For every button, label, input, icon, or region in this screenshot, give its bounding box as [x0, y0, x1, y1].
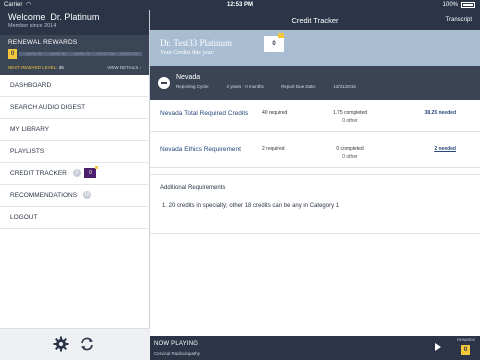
level-tick: LEVEL 125: [120, 52, 138, 56]
state-header[interactable]: Nevada Reporting Cycle: 2 years · 0 mont…: [150, 66, 480, 100]
sidebar-item-label: SEARCH AUDIO DIGEST: [10, 104, 86, 111]
state-name: Nevada: [176, 74, 201, 81]
current-level-box: 0: [8, 49, 17, 59]
rewards-title: RENEWAL REWARDS: [8, 39, 78, 46]
now-playing-bar[interactable]: NOW PLAYING Cervical Radiculopathy REWAR…: [150, 336, 480, 360]
page-title: Credit Tracker: [291, 16, 339, 25]
count-badge: 10: [82, 191, 91, 200]
top-bar: Credit Tracker Transcript: [150, 10, 480, 30]
now-playing-track: Cervical Radiculopathy: [154, 351, 201, 356]
credit-flag-badge: 0: [84, 166, 99, 179]
reporting-cycle-label: Reporting Cycle:: [176, 84, 210, 89]
user-name: Dr. Platinum: [50, 12, 100, 22]
now-playing-label: NOW PLAYING: [154, 341, 199, 347]
welcome-header: Welcome Dr. Platinum Member since 2014: [0, 10, 149, 35]
requirement-other: 0 other: [342, 118, 358, 124]
sidebar-item-label: DASHBOARD: [10, 82, 52, 89]
status-bar: Carrier ◠ 12:53 PM 100%: [0, 0, 480, 10]
additional-requirement-item: 1. 20 credits in specialty; other 18 cre…: [162, 203, 340, 209]
sidebar-item-label: MY LIBRARY: [10, 126, 50, 133]
sidebar-item-label: PLAYLISTS: [10, 148, 45, 155]
requirement-name: Nevada Total Required Credits: [160, 110, 249, 117]
transcript-button[interactable]: Transcript: [446, 17, 472, 23]
sidebar-item-label: CREDIT TRACKER: [10, 170, 67, 177]
view-details-link[interactable]: VIEW DETAILS ›: [107, 65, 141, 70]
credits-subtitle: Your Credits this year:: [160, 50, 215, 56]
level-tick: LEVEL 100: [97, 52, 115, 56]
sidebar-item-dashboard[interactable]: DASHBOARD: [0, 75, 150, 97]
next-reward-level: NEXT REWARD LEVEL: 25: [8, 65, 64, 70]
battery-percent: 100%: [442, 2, 458, 8]
sidebar-item-my-library[interactable]: MY LIBRARY: [0, 119, 150, 141]
requirement-needed-link[interactable]: 2 needed: [434, 146, 456, 152]
battery-icon: [461, 2, 475, 8]
play-icon[interactable]: [435, 343, 441, 351]
count-badge: 2: [72, 169, 81, 178]
report-due-label: Report Due Date:: [281, 84, 317, 89]
report-due-value: 12/31/2015: [333, 84, 356, 89]
sidebar: Welcome Dr. Platinum Member since 2014 R…: [0, 10, 150, 360]
rewards-mini-label: REWARDS: [457, 338, 475, 342]
level-tick: LEVEL 25: [26, 52, 42, 56]
sidebar-item-search-audio-digest[interactable]: SEARCH AUDIO DIGEST: [0, 97, 150, 119]
welcome-prefix: Welcome: [8, 12, 46, 22]
main-panel: Credit Tracker Transcript Dr. Test33 Pla…: [150, 10, 480, 360]
sidebar-footer: [0, 328, 150, 360]
next-reward-value: 25: [58, 65, 64, 70]
member-since: Member since 2014: [8, 23, 57, 29]
renewal-rewards-panel: RENEWAL REWARDS 0 LEVEL 25 LEVEL 50 LEVE…: [0, 35, 149, 75]
sidebar-item-label: LOGOUT: [10, 214, 38, 221]
rewards-mini-level[interactable]: 0: [461, 345, 470, 355]
state-meta: Reporting Cycle: 2 years · 0 months Repo…: [176, 84, 372, 89]
next-reward-label: NEXT REWARD LEVEL:: [8, 65, 58, 70]
requirement-row[interactable]: Nevada Total Required Credits 40 require…: [150, 100, 480, 132]
requirement-needed: 38.25 needed: [424, 110, 456, 116]
sync-icon[interactable]: [79, 336, 95, 352]
reporting-cycle-value: 2 years · 0 months: [226, 84, 264, 89]
sidebar-item-logout[interactable]: LOGOUT: [0, 207, 150, 229]
user-full-name: Dr. Test33 Platinum: [160, 38, 232, 48]
level-tick: LEVEL 50: [50, 52, 66, 56]
credits-flag-icon: [278, 33, 284, 38]
requirement-row[interactable]: Nevada Ethics Requirement 2 required 0 c…: [150, 136, 480, 168]
requirement-completed: 0 completed: [336, 146, 364, 152]
requirement-completed: 1.75 completed: [332, 110, 368, 116]
requirement-required: 2 required: [262, 146, 285, 152]
sidebar-item-credit-tracker[interactable]: CREDIT TRACKER 2 0: [0, 163, 150, 185]
requirement-required: 40 required: [262, 110, 288, 116]
sidebar-item-playlists[interactable]: PLAYLISTS: [0, 141, 150, 163]
level-tick: LEVEL 75: [74, 52, 90, 56]
clock: 12:53 PM: [226, 2, 253, 8]
gear-icon[interactable]: [53, 336, 69, 352]
sidebar-item-recommendations[interactable]: RECOMMENDATIONS 10: [0, 185, 150, 207]
additional-requirements-heading: Additional Requirements: [160, 185, 226, 191]
additional-requirements: Additional Requirements 1. 20 credits in…: [150, 174, 480, 234]
user-credits-band: Dr. Test33 Platinum Your Credits this ye…: [150, 30, 480, 66]
credits-badge: 0: [264, 36, 284, 52]
requirement-name: Nevada Ethics Requirement: [160, 146, 241, 153]
collapse-icon[interactable]: [158, 77, 170, 89]
requirement-other: 0 other: [342, 154, 358, 160]
rewards-progress: 0 LEVEL 25 LEVEL 50 LEVEL 75 LEVEL 100 L…: [8, 49, 142, 59]
sidebar-item-label: RECOMMENDATIONS: [10, 192, 78, 199]
